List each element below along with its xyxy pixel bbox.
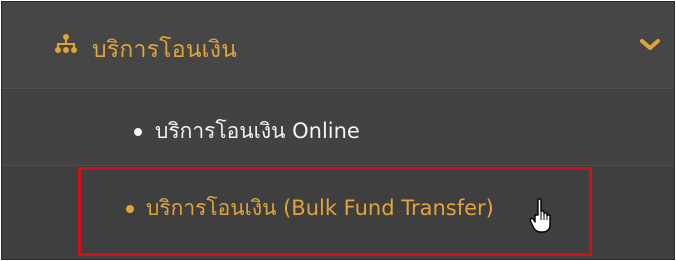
chevron-down-icon[interactable] [639, 37, 661, 53]
bullet-icon [134, 128, 142, 136]
hand-pointer-cursor-icon [529, 198, 551, 233]
submenu-item-bulk-fund-transfer[interactable]: บริการโอนเงิน (Bulk Fund Transfer) [2, 167, 674, 259]
submenu-item-label: บริการโอนเงิน (Bulk Fund Transfer) [146, 196, 494, 220]
menu-header-label: บริการโอนเงิน [92, 37, 238, 63]
network-nodes-icon [55, 34, 77, 53]
bullet-icon [126, 205, 134, 213]
submenu-item-label: บริการโอนเงิน Online [155, 119, 360, 143]
submenu-item-online-transfer[interactable]: บริการโอนเงิน Online [2, 90, 674, 166]
menu-header-fund-transfer[interactable]: บริการโอนเงิน [2, 2, 674, 89]
sidebar-menu: บริการโอนเงิน บริการโอนเงิน Online บริกา… [1, 1, 675, 260]
